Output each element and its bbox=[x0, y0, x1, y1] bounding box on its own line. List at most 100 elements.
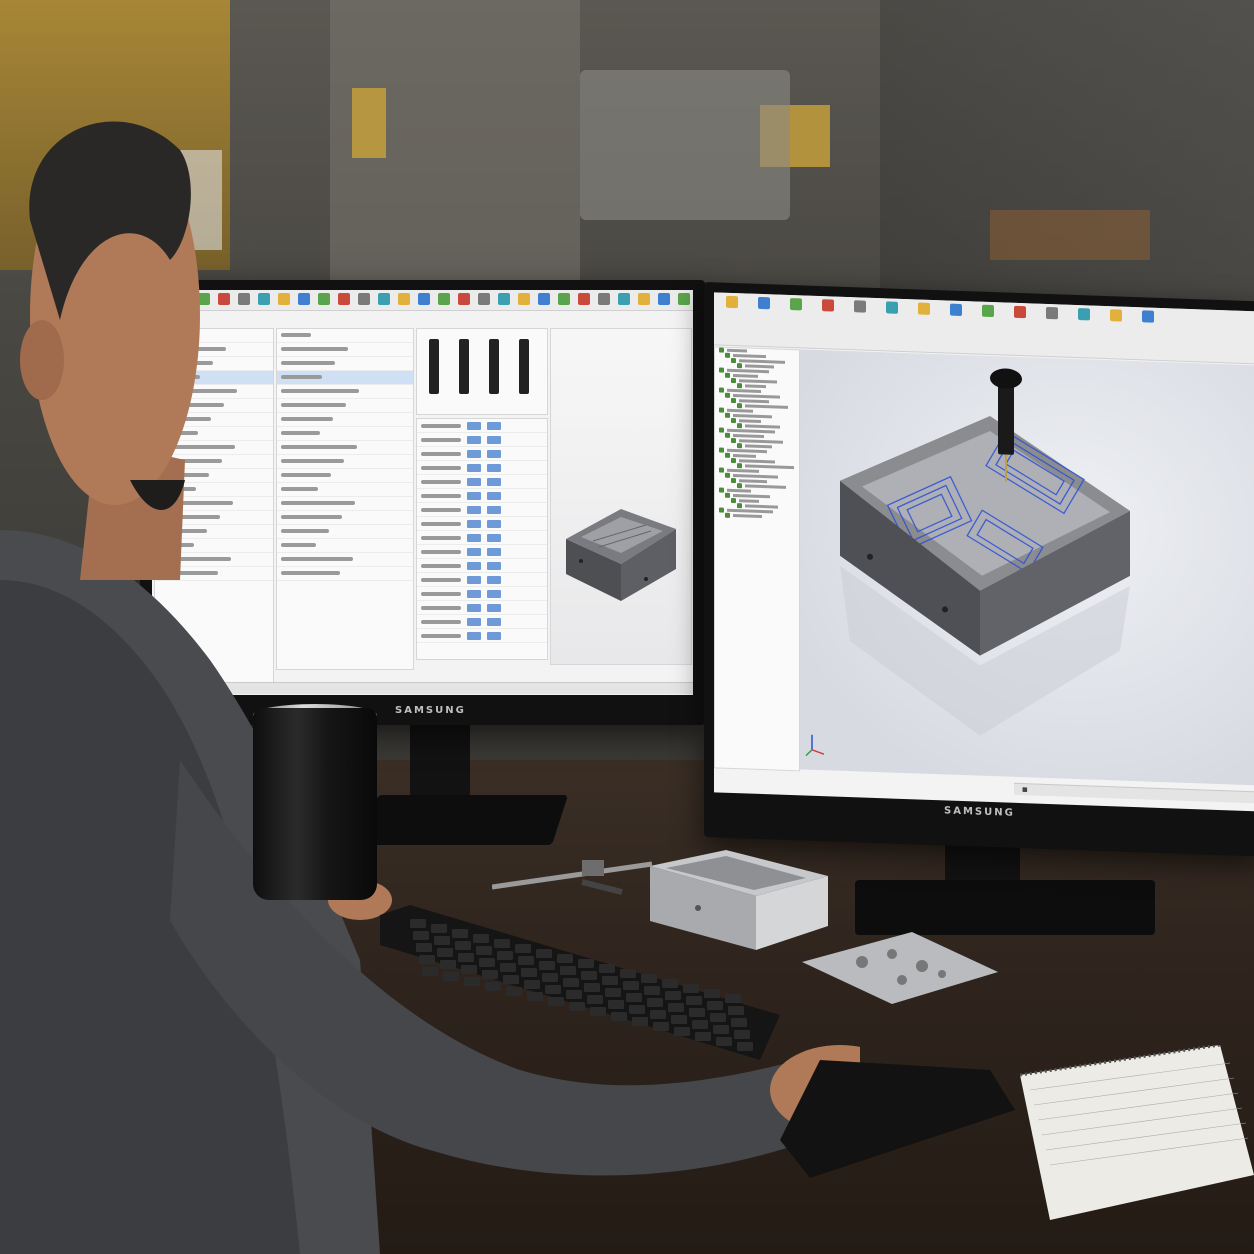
keyboard-key bbox=[650, 1010, 666, 1019]
toolbar-icon[interactable] bbox=[944, 303, 968, 350]
keyboard-key bbox=[506, 987, 522, 996]
keyboard-key bbox=[542, 973, 558, 982]
toolbar-icon[interactable] bbox=[1104, 309, 1128, 356]
keyboard-key bbox=[644, 986, 660, 995]
keyboard-key bbox=[452, 929, 468, 938]
keyboard-key bbox=[494, 939, 510, 948]
keyboard-key bbox=[563, 978, 579, 987]
keyboard-key bbox=[566, 990, 582, 999]
keyboard-key bbox=[584, 983, 600, 992]
keyboard-key bbox=[431, 924, 447, 933]
tumbler-cup bbox=[253, 708, 377, 900]
keyboard-key bbox=[455, 941, 471, 950]
toolbar-icon-glyph bbox=[1014, 305, 1026, 319]
keyboard-key bbox=[500, 963, 516, 972]
toolbar-icon-glyph bbox=[1078, 308, 1090, 321]
status-text-right: ■ bbox=[1022, 786, 1028, 794]
keyboard-key bbox=[626, 993, 642, 1002]
keyboard-key bbox=[560, 966, 576, 975]
keyboard-key bbox=[518, 956, 534, 965]
toolbar-icon-glyph bbox=[918, 302, 930, 315]
keyboard-key bbox=[608, 1000, 624, 1009]
keyboard-key bbox=[410, 919, 426, 928]
keyboard-key bbox=[578, 959, 594, 968]
keyboard-key bbox=[416, 943, 432, 952]
3d-viewport bbox=[800, 349, 1254, 786]
keyboard-key bbox=[440, 960, 456, 969]
keyboard-key bbox=[599, 964, 615, 973]
keyboard-key bbox=[569, 1002, 585, 1011]
keyboard-key bbox=[605, 988, 621, 997]
keyboard-key bbox=[674, 1027, 690, 1036]
keyboard-key bbox=[623, 981, 639, 990]
keyboard-key bbox=[728, 1006, 744, 1015]
toolbar-icon-glyph bbox=[886, 301, 898, 314]
toolbar-icon[interactable] bbox=[976, 304, 1000, 351]
keyboard-key bbox=[590, 1007, 606, 1016]
toolbar-icon[interactable] bbox=[1072, 308, 1096, 355]
machined-plate bbox=[802, 932, 998, 1004]
keyboard-key bbox=[653, 1022, 669, 1031]
keyboard-key bbox=[686, 996, 702, 1005]
toolbar-icon-glyph bbox=[950, 303, 962, 317]
keyboard-key bbox=[503, 975, 519, 984]
keyboard-key bbox=[548, 997, 564, 1006]
toolbar-icon-glyph bbox=[1142, 310, 1154, 323]
keyboard-key bbox=[515, 944, 531, 953]
keyboard-key bbox=[464, 977, 480, 986]
keyboard-key bbox=[731, 1018, 747, 1027]
notebook bbox=[1020, 1045, 1254, 1220]
toolbar-icon[interactable] bbox=[1008, 305, 1032, 353]
keyboard-key bbox=[647, 998, 663, 1007]
keyboard-key bbox=[689, 1008, 705, 1017]
monitor-brand-right: SAMSUNG bbox=[944, 805, 1015, 819]
keyboard-key bbox=[545, 985, 561, 994]
toolbar-icon-glyph bbox=[1046, 306, 1058, 320]
keyboard-key bbox=[692, 1020, 708, 1029]
keyboard-key bbox=[479, 958, 495, 967]
keyboard-key bbox=[458, 953, 474, 962]
keyboard-key bbox=[602, 976, 618, 985]
keyboard-key bbox=[695, 1032, 711, 1041]
keyboard-key bbox=[671, 1015, 687, 1024]
toolbar-icon[interactable] bbox=[880, 301, 904, 348]
keyboard-key bbox=[476, 946, 492, 955]
keyboard-key bbox=[620, 969, 636, 978]
keyboard-key bbox=[641, 974, 657, 983]
keyboard-key bbox=[422, 967, 438, 976]
keyboard-key bbox=[587, 995, 603, 1004]
toolbar-icon[interactable] bbox=[1136, 310, 1160, 357]
keyboard-key bbox=[668, 1003, 684, 1012]
keyboard-key bbox=[461, 965, 477, 974]
status-bar-right: ■ bbox=[1014, 782, 1254, 804]
toolbar-icon-glyph bbox=[1110, 309, 1122, 322]
rear-machinery bbox=[880, 0, 1254, 300]
keyboard-key bbox=[527, 992, 543, 1001]
keyboard-key bbox=[485, 982, 501, 991]
keyboard-key bbox=[443, 972, 459, 981]
keyboard-key bbox=[437, 948, 453, 957]
keyboard-key bbox=[482, 970, 498, 979]
keyboard-key bbox=[536, 949, 552, 958]
keyboard-key bbox=[413, 931, 429, 940]
keyboard-key bbox=[734, 1030, 750, 1039]
keyboard-key bbox=[683, 984, 699, 993]
keyboard-key bbox=[473, 934, 489, 943]
keyboard-key bbox=[725, 994, 741, 1003]
keyboard-key bbox=[419, 955, 435, 964]
keyboard-key bbox=[632, 1017, 648, 1026]
toolbar-icon[interactable] bbox=[912, 302, 936, 349]
keyboard-key bbox=[716, 1037, 732, 1046]
keyboard-key bbox=[710, 1013, 726, 1022]
keyboard-key bbox=[521, 968, 537, 977]
keyboard-key bbox=[524, 980, 540, 989]
mousepad bbox=[780, 1060, 1015, 1178]
keyboard-key bbox=[704, 989, 720, 998]
toolbar-icon[interactable] bbox=[1040, 306, 1064, 354]
keyboard-key bbox=[581, 971, 597, 980]
keyboard-key bbox=[713, 1025, 729, 1034]
keyboard-key bbox=[434, 936, 450, 945]
keyboard-key bbox=[707, 1001, 723, 1010]
keyboard-key bbox=[539, 961, 555, 970]
keyboard-key bbox=[557, 954, 573, 963]
